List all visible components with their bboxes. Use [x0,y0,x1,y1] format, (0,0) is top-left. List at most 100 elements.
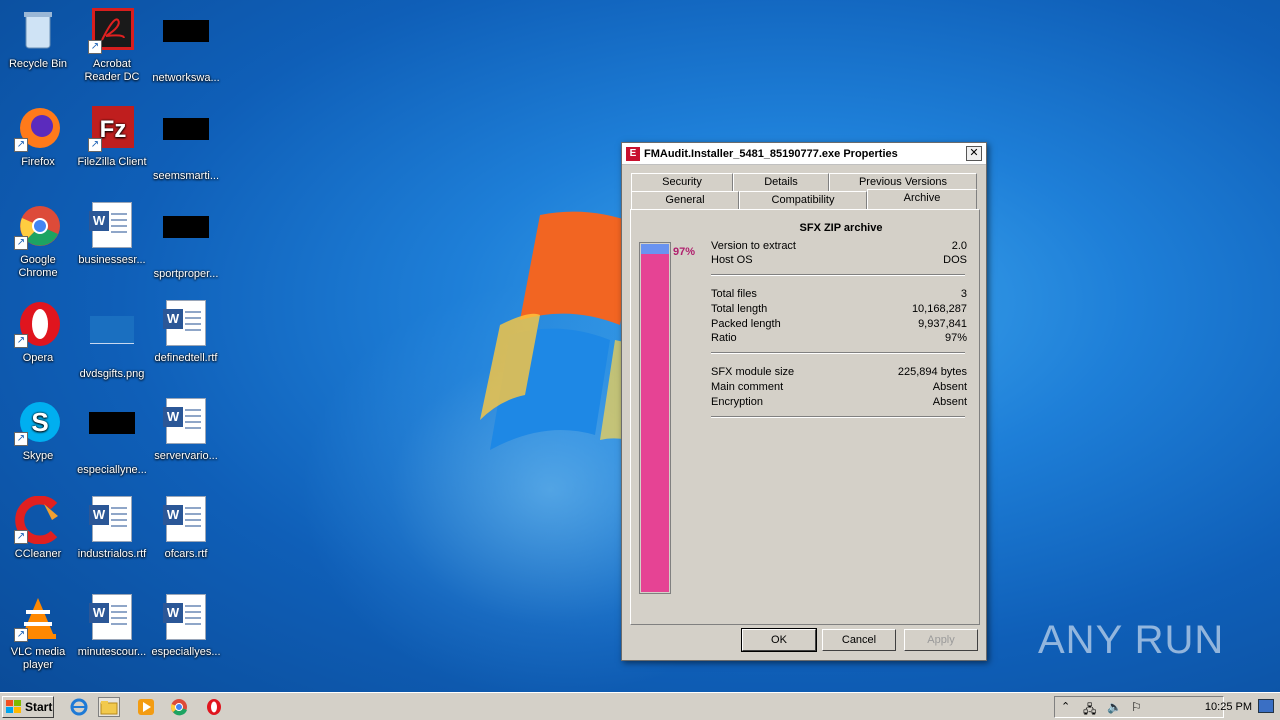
cancel-button[interactable]: Cancel [822,629,896,651]
desktop-icon-skype[interactable]: S ↗ Skype [0,398,76,463]
info-value: DOS [943,254,967,266]
tab-details[interactable]: Details [733,173,829,191]
volume-icon[interactable]: 🔈 [1107,700,1122,714]
desktop-icon-recycle-bin[interactable]: Recycle Bin [0,6,76,71]
chevron-up-icon[interactable]: ⌃ [1061,700,1070,713]
info-key: Main comment [711,381,784,393]
desktop-icon-businessesr[interactable]: W businessesr... [74,202,150,267]
shortcut-arrow-icon: ↗ [14,530,28,544]
tab-compatibility[interactable]: Compatibility [739,191,867,209]
info-row: Encryption Absent [711,396,967,410]
desktop-icon-filezilla[interactable]: Fz ↗ FileZilla Client [74,104,150,169]
vlc-icon: ↗ [14,594,62,642]
desktop-icon-minutescour[interactable]: W minutescour... [74,594,150,659]
info-row: Version to extract 2.0 [711,240,967,254]
shortcut-arrow-icon: ↗ [14,236,28,250]
apply-button[interactable]: Apply [904,629,978,651]
desktop-icon-label: Google Chrome [18,254,58,279]
word-document-icon: W [162,594,210,642]
shortcut-arrow-icon: ↗ [88,138,102,152]
opera-icon[interactable] [203,697,225,717]
tab-archive[interactable]: Archive [867,189,977,209]
info-value: 10,168,287 [911,303,967,315]
desktop-icon-ofcars[interactable]: W ofcars.rtf [148,496,224,561]
info-row: Ratio 97% [711,332,967,346]
firefox-icon: ↗ [14,104,62,152]
info-value: 2.0 [951,240,967,252]
dialog-titlebar[interactable]: E FMAudit.Installer_5481_85190777.exe Pr… [622,143,986,165]
svg-text:Fz: Fz [100,116,127,143]
shortcut-arrow-icon: ↗ [14,334,28,348]
desktop-icon-label: FileZilla Client [77,156,147,168]
desktop-icon-servervario[interactable]: W servervario... [148,398,224,463]
network-icon[interactable]: 🖧 [1083,700,1096,720]
properties-dialog: E FMAudit.Installer_5481_85190777.exe Pr… [621,142,987,661]
desktop-icon-firefox[interactable]: ↗ Firefox [0,104,76,169]
desktop-icon-label: servervario... [154,450,218,462]
start-button[interactable]: Start [2,696,54,718]
flag-icon[interactable]: ⚐ [1131,700,1142,714]
start-label: Start [25,700,53,714]
desktop-icon-definedtell[interactable]: W definedtell.rtf [148,300,224,365]
word-document-icon: W [162,496,210,544]
archive-panel: 97% SFX ZIP archive Version to extract 2… [630,209,980,625]
chrome-icon[interactable] [168,697,190,717]
desktop-icon-especiallyne[interactable]: especiallyne... [74,398,150,477]
ok-button[interactable]: OK [741,628,817,652]
desktop-icon-label: definedtell.rtf [154,352,218,364]
tab-general[interactable]: General [631,191,739,209]
ratio-bar-fill [641,254,669,592]
dialog-title: FMAudit.Installer_5481_85190777.exe Prop… [644,147,898,160]
desktop-icon-label: Skype [22,450,54,462]
desktop-icon-ccleaner[interactable]: ↗ CCleaner [0,495,76,561]
ratio-bar [639,242,671,594]
tab-security[interactable]: Security [631,173,733,191]
close-button[interactable]: ✕ [966,146,982,161]
info-value: Absent [932,381,967,393]
separator [711,352,965,354]
desktop-icon-especiallyes[interactable]: W especiallyes... [148,594,224,659]
info-value: 3 [960,288,967,300]
explorer-icon[interactable] [98,697,120,717]
windows-flag-icon [6,700,21,713]
show-desktop-icon[interactable] [1258,699,1274,713]
shortcut-arrow-icon: ↗ [14,432,28,446]
desktop-icon-label: CCleaner [14,548,62,560]
clock[interactable]: 10:25 PM [1205,701,1252,713]
desktop-icon-industrialos[interactable]: W industrialos.rtf [74,496,150,561]
shortcut-arrow-icon: ↗ [88,40,102,54]
separator [711,416,965,418]
desktop-icon-acrobat[interactable]: ↗ Acrobat Reader DC [74,6,150,84]
watermark-text: ANY RUN [1038,617,1225,662]
desktop-icon-sportproper[interactable]: sportproper... [148,202,224,281]
word-document-icon: W [162,300,210,348]
acrobat-icon: ↗ [88,6,136,54]
internet-explorer-icon[interactable] [68,697,90,717]
info-value: 225,894 bytes [897,366,967,378]
desktop-icon-label: minutescour... [77,646,147,658]
desktop-icon-label: VLC media player [10,646,66,671]
info-key: Version to extract [711,240,796,252]
desktop-icon-vlc[interactable]: ↗ VLC media player [0,594,76,672]
svg-text:S: S [31,407,48,437]
shortcut-arrow-icon: ↗ [14,628,28,642]
desktop-icon-networkswa[interactable]: networkswa... [148,6,224,85]
separator [711,274,965,276]
info-row: Host OS DOS [711,254,967,268]
desktop-icon-opera[interactable]: ↗ Opera [0,300,76,365]
desktop-icon-label: sportproper... [153,268,219,280]
desktop-icon-dvdsgifts[interactable]: dvdsgifts.png [74,300,150,381]
skype-icon: S ↗ [14,398,62,446]
shortcut-arrow-icon: ↗ [14,138,28,152]
info-key: Total length [711,303,768,315]
word-document-icon: W [88,594,136,642]
desktop-icon-label: especiallyes... [151,646,221,658]
info-value: 97% [944,332,967,344]
media-player-icon[interactable] [135,697,157,717]
desktop-icon-label: networkswa... [152,72,220,84]
desktop-icon-label: businessesr... [78,254,146,266]
desktop-icon-seemsmarti[interactable]: seemsmarti... [148,104,224,183]
desktop-icon-google-chrome[interactable]: ↗ Google Chrome [0,202,76,280]
info-row: Main comment Absent [711,381,967,395]
redacted-file-icon [88,412,136,460]
